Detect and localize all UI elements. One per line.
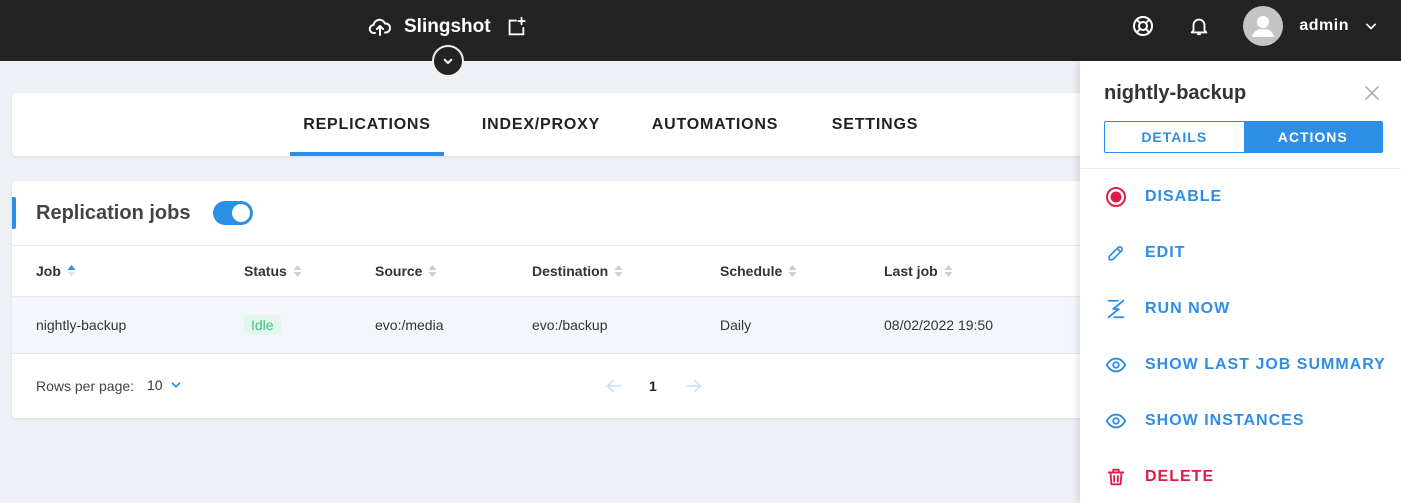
collapse-header-button[interactable] [432,45,464,77]
header-accent [12,197,16,229]
divider [1080,168,1401,169]
close-icon[interactable] [1364,85,1380,101]
cell-last-job: 08/02/2022 19:50 [884,317,993,333]
tab-replications[interactable]: REPLICATIONS [290,93,444,156]
brand: Slingshot [368,13,527,41]
show-last-job-summary-action[interactable]: SHOW LAST JOB SUMMARY [1104,350,1386,380]
sort-icon [788,265,797,277]
delete-action[interactable]: DELETE [1104,462,1214,492]
top-bar: Slingshot admin [0,0,1401,61]
cell-source: evo:/media [375,317,444,333]
current-page[interactable]: 1 [649,378,657,394]
replication-jobs-card: Replication jobs Job Status Source Desti… [12,181,1112,418]
column-header-source[interactable]: Source [375,263,437,279]
column-header-destination[interactable]: Destination [532,263,623,279]
chevron-down-icon [171,382,180,388]
rows-per-page-label: Rows per page: [36,378,135,394]
trash-icon [1104,465,1128,489]
edit-action[interactable]: EDIT [1104,238,1185,268]
cell-job: nightly-backup [36,317,127,333]
chevron-down-icon [443,58,453,64]
eye-icon [1104,409,1128,433]
tab-automations[interactable]: AUTOMATIONS [638,93,792,156]
action-label: EDIT [1145,244,1186,261]
show-instances-action[interactable]: SHOW INSTANCES [1104,406,1304,436]
tab-settings[interactable]: SETTINGS [820,93,930,156]
disable-record-icon [1104,185,1128,209]
lightning-icon [1104,297,1128,321]
action-label: DELETE [1145,468,1215,485]
pencil-icon [1104,241,1128,265]
user-name[interactable]: admin [1299,17,1349,35]
column-header-status[interactable]: Status [244,263,302,279]
tab-actions[interactable]: ACTIONS [1243,122,1382,152]
action-label: RUN NOW [1145,300,1231,317]
jobs-title: Replication jobs [36,201,191,224]
cell-destination: evo:/backup [532,317,608,333]
top-right-controls: admin [1099,6,1381,46]
main-tabs: REPLICATIONS INDEX/PROXY AUTOMATIONS SET… [12,93,1112,156]
sort-icon [944,265,953,277]
divider [12,245,1112,246]
eye-icon [1104,353,1128,377]
avatar-icon [1252,16,1275,37]
run-now-action[interactable]: RUN NOW [1104,294,1230,324]
tab-index-proxy[interactable]: INDEX/PROXY [464,93,618,156]
column-header-last-job[interactable]: Last job [884,263,953,279]
tab-details[interactable]: DETAILS [1105,122,1244,152]
disable-action[interactable]: DISABLE [1104,182,1222,212]
bell-icon[interactable] [1187,14,1211,38]
panel-title: nightly-backup [1104,82,1247,104]
sort-icon [614,265,623,277]
previous-page-icon[interactable] [603,375,625,397]
sort-icon [293,265,302,277]
chevron-down-icon[interactable] [1361,16,1381,36]
panel-tabs: DETAILS ACTIONS [1104,121,1383,153]
sort-icon [428,265,437,277]
sort-ascending-icon [67,265,76,277]
next-page-icon[interactable] [683,375,705,397]
column-header-job[interactable]: Job [36,263,76,279]
divider [12,353,1112,354]
avatar[interactable] [1243,6,1284,46]
jobs-header: Replication jobs [12,195,254,231]
action-label: DISABLE [1145,188,1223,205]
cell-schedule: Daily [720,317,752,333]
rows-per-page-select[interactable]: 10 [147,377,183,393]
action-label: SHOW INSTANCES [1145,412,1305,429]
job-detail-panel: nightly-backup DETAILS ACTIONS DISABLE E… [1080,61,1401,503]
help-lifebuoy-icon[interactable] [1131,14,1155,38]
add-window-icon[interactable] [505,16,527,38]
upload-icon[interactable] [368,15,392,39]
column-header-schedule[interactable]: Schedule [720,263,797,279]
app-title: Slingshot [404,16,491,37]
jobs-enabled-toggle[interactable] [213,201,254,225]
action-label: SHOW LAST JOB SUMMARY [1145,356,1386,373]
status-badge: Idle [244,315,281,335]
